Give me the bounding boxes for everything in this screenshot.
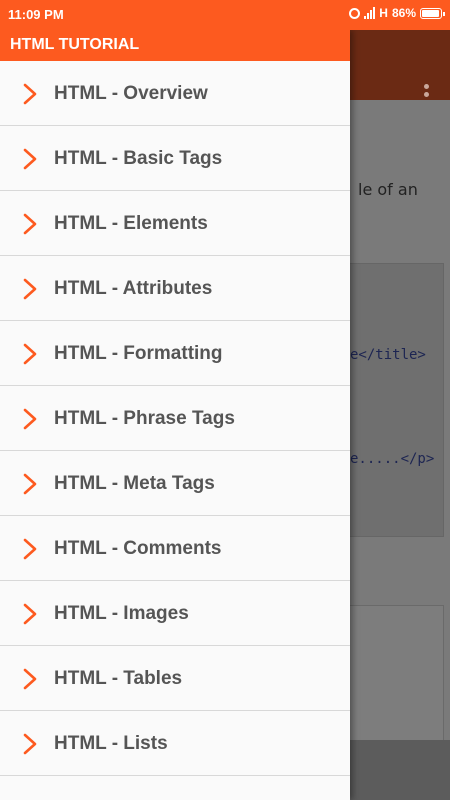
content-text-fragment: le of an xyxy=(358,180,418,199)
drawer-header: HTML TUTORIAL xyxy=(0,30,350,61)
chevron-right-icon xyxy=(23,278,37,300)
menu-item-label: HTML - Elements xyxy=(54,213,208,234)
battery-percent: 86% xyxy=(391,6,416,20)
chevron-right-icon xyxy=(23,668,37,690)
menu-item[interactable]: HTML - Phrase Tags xyxy=(0,386,350,451)
network-type: H xyxy=(379,6,388,20)
menu-item[interactable]: HTML - Tables xyxy=(0,646,350,711)
status-icons: H 86% xyxy=(349,6,445,20)
menu-item[interactable]: HTML - Comments xyxy=(0,516,350,581)
menu-item-label: HTML - Phrase Tags xyxy=(54,408,235,429)
code-line: e</title> xyxy=(350,347,426,363)
menu-item-label: HTML - Meta Tags xyxy=(54,473,215,494)
chevron-right-icon xyxy=(23,733,37,755)
menu-item[interactable]: HTML - Elements xyxy=(0,191,350,256)
menu-item[interactable]: HTML - Formatting xyxy=(0,321,350,386)
drawer-title: HTML TUTORIAL xyxy=(10,36,140,53)
chevron-right-icon xyxy=(23,408,37,430)
signal-icon xyxy=(364,7,376,19)
menu-item-label: HTML - Tables xyxy=(54,668,183,689)
menu-item-label: HTML - Formatting xyxy=(54,343,223,364)
status-bar: 11:09 PM H 86% xyxy=(0,0,450,30)
chevron-right-icon xyxy=(23,473,37,495)
chevron-right-icon xyxy=(23,603,37,625)
menu-item-label: HTML - Lists xyxy=(54,733,168,754)
chevron-right-icon xyxy=(23,213,37,235)
code-line: e.....</p> xyxy=(350,451,435,467)
menu-item-label: HTML - Images xyxy=(54,603,189,624)
menu-item-label: HTML - Basic Tags xyxy=(54,148,223,169)
chevron-right-icon xyxy=(23,148,37,170)
menu-item-label: HTML - Overview xyxy=(54,83,208,104)
navigation-drawer: HTML TUTORIAL HTML - Overview HTML - Basi… xyxy=(0,30,350,800)
chevron-right-icon xyxy=(23,538,37,560)
battery-icon xyxy=(420,7,445,19)
menu-item[interactable]: HTML - Meta Tags xyxy=(0,451,350,516)
chevron-right-icon xyxy=(23,343,37,365)
alarm-icon xyxy=(349,7,361,19)
menu-item[interactable]: HTML - Images xyxy=(0,581,350,646)
drawer-menu: HTML - Overview HTML - Basic Tags HTML - E… xyxy=(0,61,350,776)
menu-item[interactable]: HTML - Basic Tags xyxy=(0,126,350,191)
chevron-right-icon xyxy=(23,83,37,105)
menu-item[interactable]: HTML - Attributes xyxy=(0,256,350,321)
menu-item-label: HTML - Attributes xyxy=(54,278,213,299)
status-time: 11:09 PM xyxy=(8,7,64,22)
menu-item-label: HTML - Comments xyxy=(54,538,222,559)
menu-item[interactable]: HTML - Lists xyxy=(0,711,350,776)
menu-item[interactable]: HTML - Overview xyxy=(0,61,350,126)
